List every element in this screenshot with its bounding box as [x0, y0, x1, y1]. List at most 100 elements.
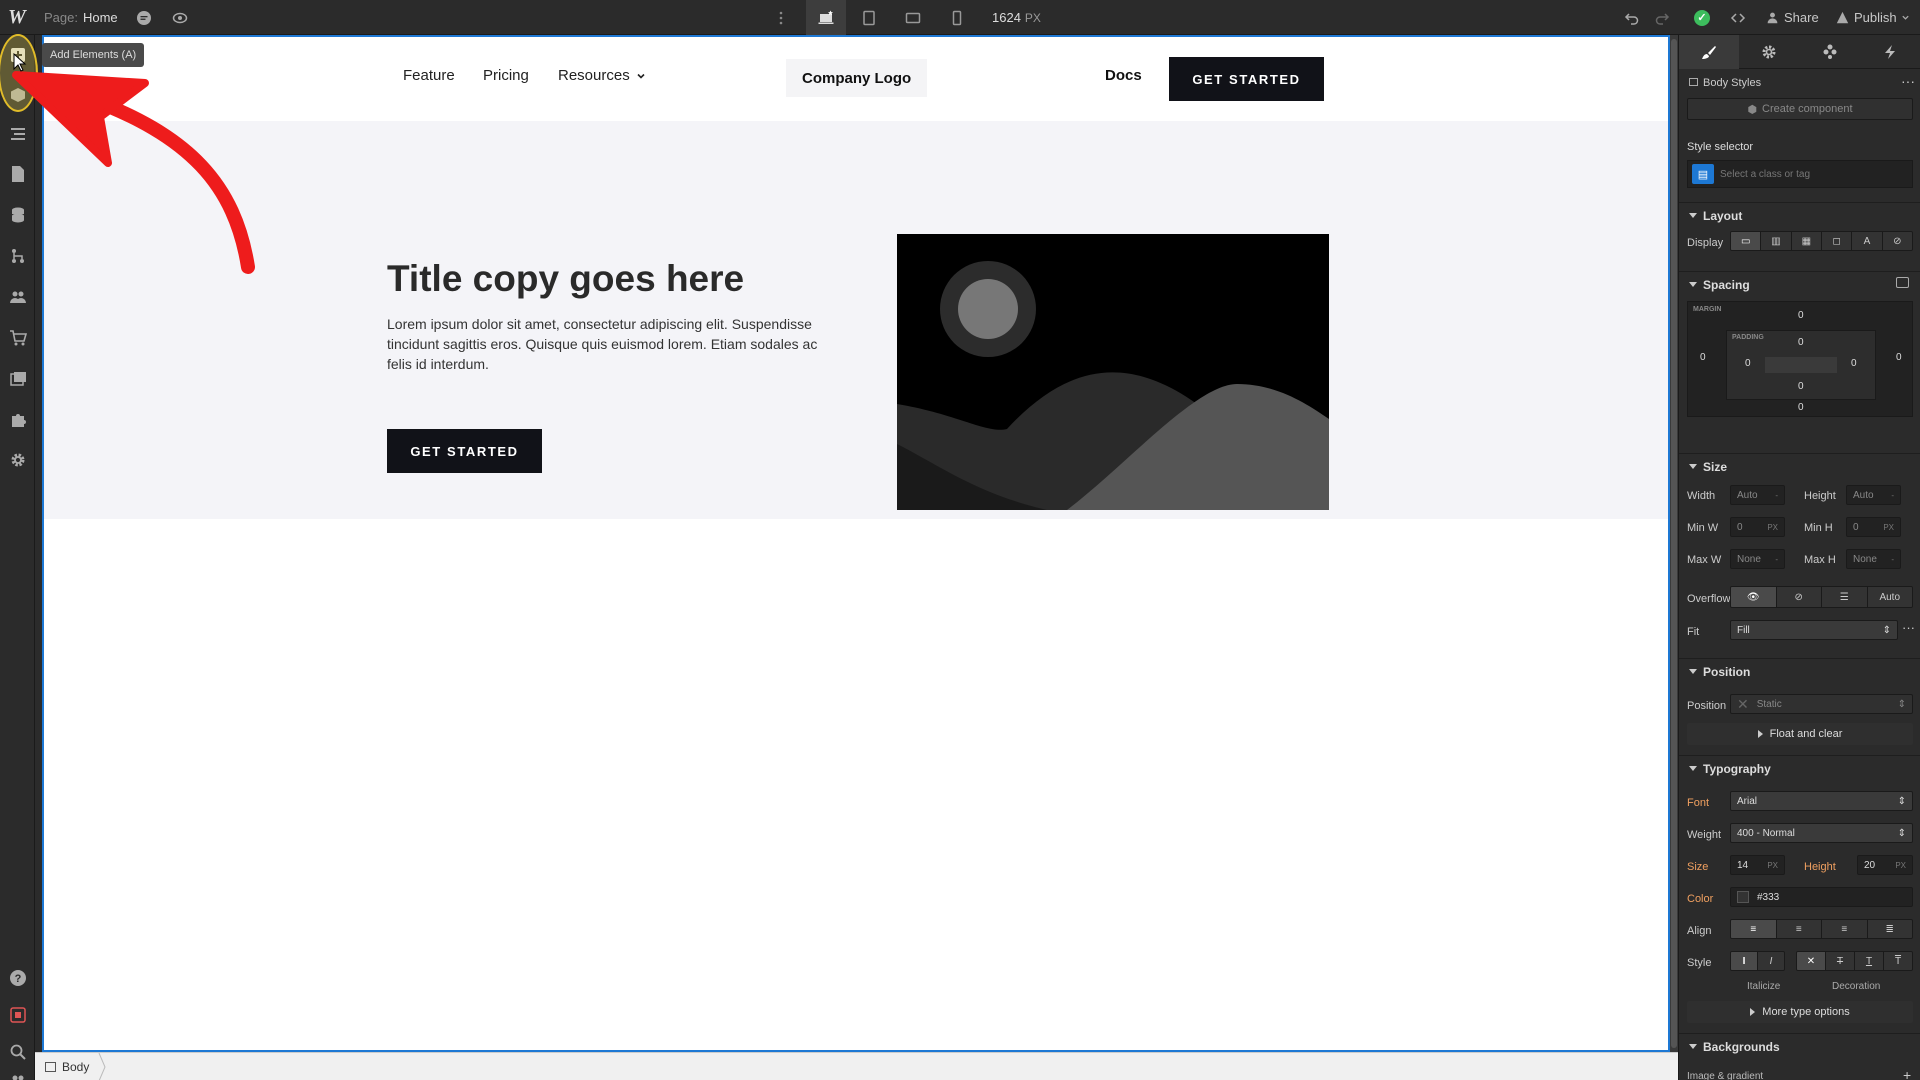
hero-section[interactable]: Title copy goes here Lorem ipsum dolor s…	[44, 121, 1668, 519]
decoration-overline-icon[interactable]: T	[1884, 952, 1912, 970]
italic-segmented-control[interactable]: I I	[1730, 951, 1785, 971]
overflow-visible-eye-icon[interactable]: 👁	[1731, 587, 1777, 607]
publish-button[interactable]: Publish	[1836, 0, 1910, 35]
scrollbar-thumb[interactable]	[1671, 39, 1677, 1048]
decoration-underline-icon[interactable]: T	[1855, 952, 1884, 970]
min-width-input[interactable]: 0 PX	[1730, 517, 1785, 537]
canvas-scrollbar[interactable]	[1670, 35, 1678, 1052]
nav-dropdown-resources[interactable]: Resources	[558, 67, 646, 84]
ecommerce-cart-icon[interactable]	[0, 321, 35, 355]
nav-link-docs[interactable]: Docs	[1105, 67, 1142, 84]
style-selector-input[interactable]: ▤ Select a class or tag	[1687, 160, 1913, 188]
margin-bottom[interactable]: 0	[1798, 402, 1804, 413]
display-inline-icon[interactable]: A	[1852, 232, 1883, 250]
add-background-plus-icon[interactable]: +	[1903, 1067, 1911, 1080]
min-height-input[interactable]: 0 PX	[1846, 517, 1901, 537]
decoration-segmented-control[interactable]: ✕ T T T	[1796, 951, 1913, 971]
apps-puzzle-icon[interactable]	[0, 403, 35, 437]
section-position[interactable]: Position	[1679, 658, 1920, 684]
hero-title[interactable]: Title copy goes here	[387, 258, 744, 300]
height-input[interactable]: Auto -	[1846, 485, 1901, 505]
width-input[interactable]: Auto -	[1730, 485, 1785, 505]
tab-style-manager-icon[interactable]	[1800, 35, 1860, 69]
spacing-preset-icon[interactable]	[1896, 277, 1909, 288]
nav-get-started-button[interactable]: GET STARTED	[1169, 57, 1324, 101]
search-icon[interactable]	[0, 1035, 35, 1069]
breakpoint-landscape-icon[interactable]	[895, 0, 931, 35]
navigator-icon[interactable]	[0, 117, 35, 151]
line-height-input[interactable]: 20 PX	[1857, 855, 1913, 875]
hero-paragraph[interactable]: Lorem ipsum dolor sit amet, consectetur …	[387, 314, 832, 374]
font-select[interactable]: Arial ⇕	[1730, 791, 1913, 811]
overflow-auto-option[interactable]: Auto	[1867, 587, 1912, 607]
display-segmented-control[interactable]: ▭ ▥ ▦ ◻ A ⊘	[1730, 231, 1913, 251]
tab-interactions-bolt-icon[interactable]	[1860, 35, 1920, 69]
users-icon[interactable]	[0, 280, 35, 314]
collaborators-icon[interactable]	[0, 1065, 35, 1080]
breakpoint-desktop-icon[interactable]	[806, 0, 846, 35]
overflow-hidden-icon[interactable]: ⊘	[1776, 587, 1822, 607]
page-selector[interactable]: Page: Home	[44, 0, 118, 35]
display-grid-icon[interactable]: ▦	[1791, 232, 1822, 250]
font-size-input[interactable]: 14 PX	[1730, 855, 1785, 875]
status-check-icon[interactable]: ✓	[1684, 0, 1720, 35]
code-export-icon[interactable]	[1720, 0, 1756, 35]
logic-icon[interactable]	[0, 239, 35, 273]
redo-icon[interactable]	[1644, 0, 1680, 35]
align-left-icon[interactable]: ≡	[1731, 920, 1777, 938]
decoration-strikethrough-icon[interactable]: T	[1826, 952, 1855, 970]
display-inline-block-icon[interactable]: ◻	[1821, 232, 1853, 250]
color-input[interactable]: #333	[1730, 887, 1913, 907]
breakpoint-tablet-icon[interactable]	[851, 0, 887, 35]
nav-link-pricing[interactable]: Pricing	[483, 67, 529, 84]
margin-top[interactable]: 0	[1798, 310, 1804, 321]
padding-top[interactable]: 0	[1798, 337, 1804, 348]
fit-select[interactable]: Fill ⇕	[1730, 620, 1898, 640]
align-justify-icon[interactable]: ≣	[1867, 920, 1912, 938]
section-backgrounds[interactable]: Backgrounds	[1679, 1033, 1920, 1059]
padding-right[interactable]: 0	[1851, 358, 1857, 369]
settings-gear-icon[interactable]	[0, 443, 35, 477]
align-center-icon[interactable]: ≡	[1776, 920, 1822, 938]
create-component-button[interactable]: ⬢ Create component	[1687, 98, 1913, 120]
padding-bottom[interactable]: 0	[1798, 381, 1804, 392]
max-width-input[interactable]: None -	[1730, 549, 1785, 569]
hero-get-started-button[interactable]: GET STARTED	[387, 429, 542, 473]
overflow-scroll-icon[interactable]: ☰	[1822, 587, 1868, 607]
design-canvas[interactable]: Feature Pricing Resources Company Logo D…	[42, 35, 1670, 1052]
align-right-icon[interactable]: ≡	[1822, 920, 1868, 938]
float-and-clear-toggle[interactable]: Float and clear	[1687, 723, 1913, 745]
overflow-segmented-control[interactable]: 👁 ⊘ ☰ Auto	[1730, 586, 1913, 608]
weight-select[interactable]: 400 - Normal ⇕	[1730, 823, 1913, 843]
max-height-input[interactable]: None -	[1846, 549, 1901, 569]
breakpoint-phone-icon[interactable]	[939, 0, 975, 35]
hero-image-placeholder[interactable]	[897, 234, 1329, 510]
align-segmented-control[interactable]: ≡ ≡ ≡ ≣	[1730, 919, 1913, 939]
app-logo[interactable]: W	[8, 0, 26, 35]
breadcrumb-body[interactable]: Body	[45, 1053, 89, 1080]
display-block-icon[interactable]: ▭	[1731, 232, 1762, 250]
position-select[interactable]: ✕ Static ⇕	[1730, 694, 1913, 714]
tab-style-brush-icon[interactable]	[1679, 35, 1739, 69]
pages-icon[interactable]	[0, 157, 35, 191]
section-typography[interactable]: Typography	[1679, 755, 1920, 781]
font-style-regular-icon[interactable]: I	[1731, 952, 1758, 970]
tab-settings-gear-icon[interactable]	[1739, 35, 1799, 69]
decoration-none-icon[interactable]: ✕	[1797, 952, 1826, 970]
help-icon[interactable]: ?	[0, 961, 35, 995]
section-size[interactable]: Size	[1679, 453, 1920, 479]
spacing-editor[interactable]: MARGIN 0 0 0 0 PADDING 0 0 0 0	[1687, 301, 1913, 417]
cms-icon[interactable]	[0, 198, 35, 232]
padding-left[interactable]: 0	[1745, 358, 1751, 369]
canvas-width-readout[interactable]: 1624 PX	[992, 0, 1041, 35]
display-flex-icon[interactable]: ▥	[1761, 232, 1792, 250]
more-vertical-icon[interactable]	[763, 0, 799, 35]
share-button[interactable]: Share	[1766, 0, 1819, 35]
section-layout[interactable]: Layout	[1679, 202, 1920, 228]
video-tutorial-icon[interactable]	[0, 998, 35, 1032]
preview-eye-icon[interactable]	[162, 0, 198, 35]
fit-more-icon[interactable]: ···	[1902, 620, 1915, 635]
more-options-icon[interactable]: ···	[1901, 73, 1915, 89]
site-navbar[interactable]: Feature Pricing Resources Company Logo D…	[44, 37, 1668, 121]
margin-left[interactable]: 0	[1700, 352, 1706, 363]
